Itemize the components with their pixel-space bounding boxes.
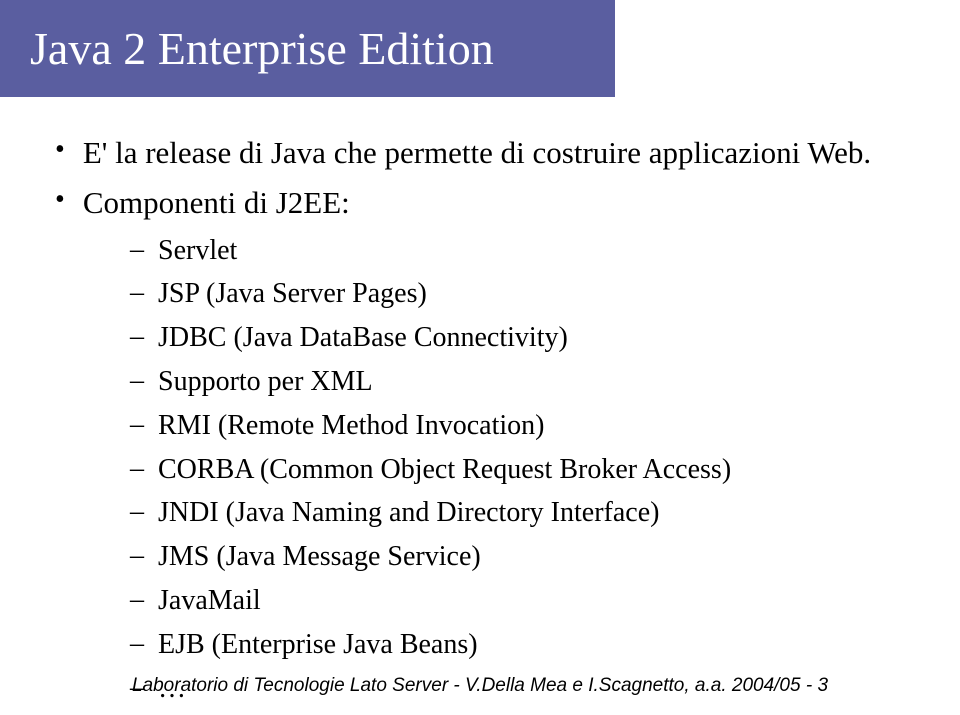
dash-icon: – bbox=[130, 319, 144, 355]
bullet-icon: • bbox=[55, 182, 65, 218]
sub-item: – CORBA (Common Object Request Broker Ac… bbox=[130, 451, 920, 489]
bullet-icon: • bbox=[55, 132, 65, 168]
sub-item: – Servlet bbox=[130, 232, 920, 270]
sub-text: JNDI (Java Naming and Directory Interfac… bbox=[158, 494, 659, 532]
sub-text: JavaMail bbox=[158, 582, 261, 620]
dash-icon: – bbox=[130, 538, 144, 574]
sub-text: EJB (Enterprise Java Beans) bbox=[158, 626, 478, 664]
dash-icon: – bbox=[130, 363, 144, 399]
sub-item: – JSP (Java Server Pages) bbox=[130, 275, 920, 313]
sub-item: – JNDI (Java Naming and Directory Interf… bbox=[130, 494, 920, 532]
sub-item: – RMI (Remote Method Invocation) bbox=[130, 407, 920, 445]
dash-icon: – bbox=[130, 275, 144, 311]
title-bar: Java 2 Enterprise Edition bbox=[0, 0, 615, 97]
sub-item: – Supporto per XML bbox=[130, 363, 920, 401]
sub-text: Supporto per XML bbox=[158, 363, 373, 401]
sub-text: JSP (Java Server Pages) bbox=[158, 275, 427, 313]
bullet-text: E' la release di Java che permette di co… bbox=[83, 132, 871, 174]
sub-text: RMI (Remote Method Invocation) bbox=[158, 407, 544, 445]
content-area: • E' la release di Java che permette di … bbox=[0, 132, 960, 707]
sub-list: – Servlet – JSP (Java Server Pages) – JD… bbox=[130, 232, 920, 708]
dash-icon: – bbox=[130, 451, 144, 487]
sub-item: – JMS (Java Message Service) bbox=[130, 538, 920, 576]
sub-item: – JDBC (Java DataBase Connectivity) bbox=[130, 319, 920, 357]
sub-text: Servlet bbox=[158, 232, 237, 270]
dash-icon: – bbox=[130, 232, 144, 268]
bullet-item: • Componenti di J2EE: bbox=[55, 182, 920, 224]
dash-icon: – bbox=[130, 582, 144, 618]
dash-icon: – bbox=[130, 494, 144, 530]
bullet-text: Componenti di J2EE: bbox=[83, 182, 350, 224]
dash-icon: – bbox=[130, 626, 144, 662]
sub-item: – EJB (Enterprise Java Beans) bbox=[130, 626, 920, 664]
slide-title: Java 2 Enterprise Edition bbox=[30, 22, 585, 75]
sub-item: – JavaMail bbox=[130, 582, 920, 620]
sub-text: CORBA (Common Object Request Broker Acce… bbox=[158, 451, 731, 489]
sub-text: JDBC (Java DataBase Connectivity) bbox=[158, 319, 568, 357]
dash-icon: – bbox=[130, 407, 144, 443]
bullet-item: • E' la release di Java che permette di … bbox=[55, 132, 920, 174]
slide-footer: Laboratorio di Tecnologie Lato Server - … bbox=[0, 675, 960, 697]
sub-text: JMS (Java Message Service) bbox=[158, 538, 481, 576]
